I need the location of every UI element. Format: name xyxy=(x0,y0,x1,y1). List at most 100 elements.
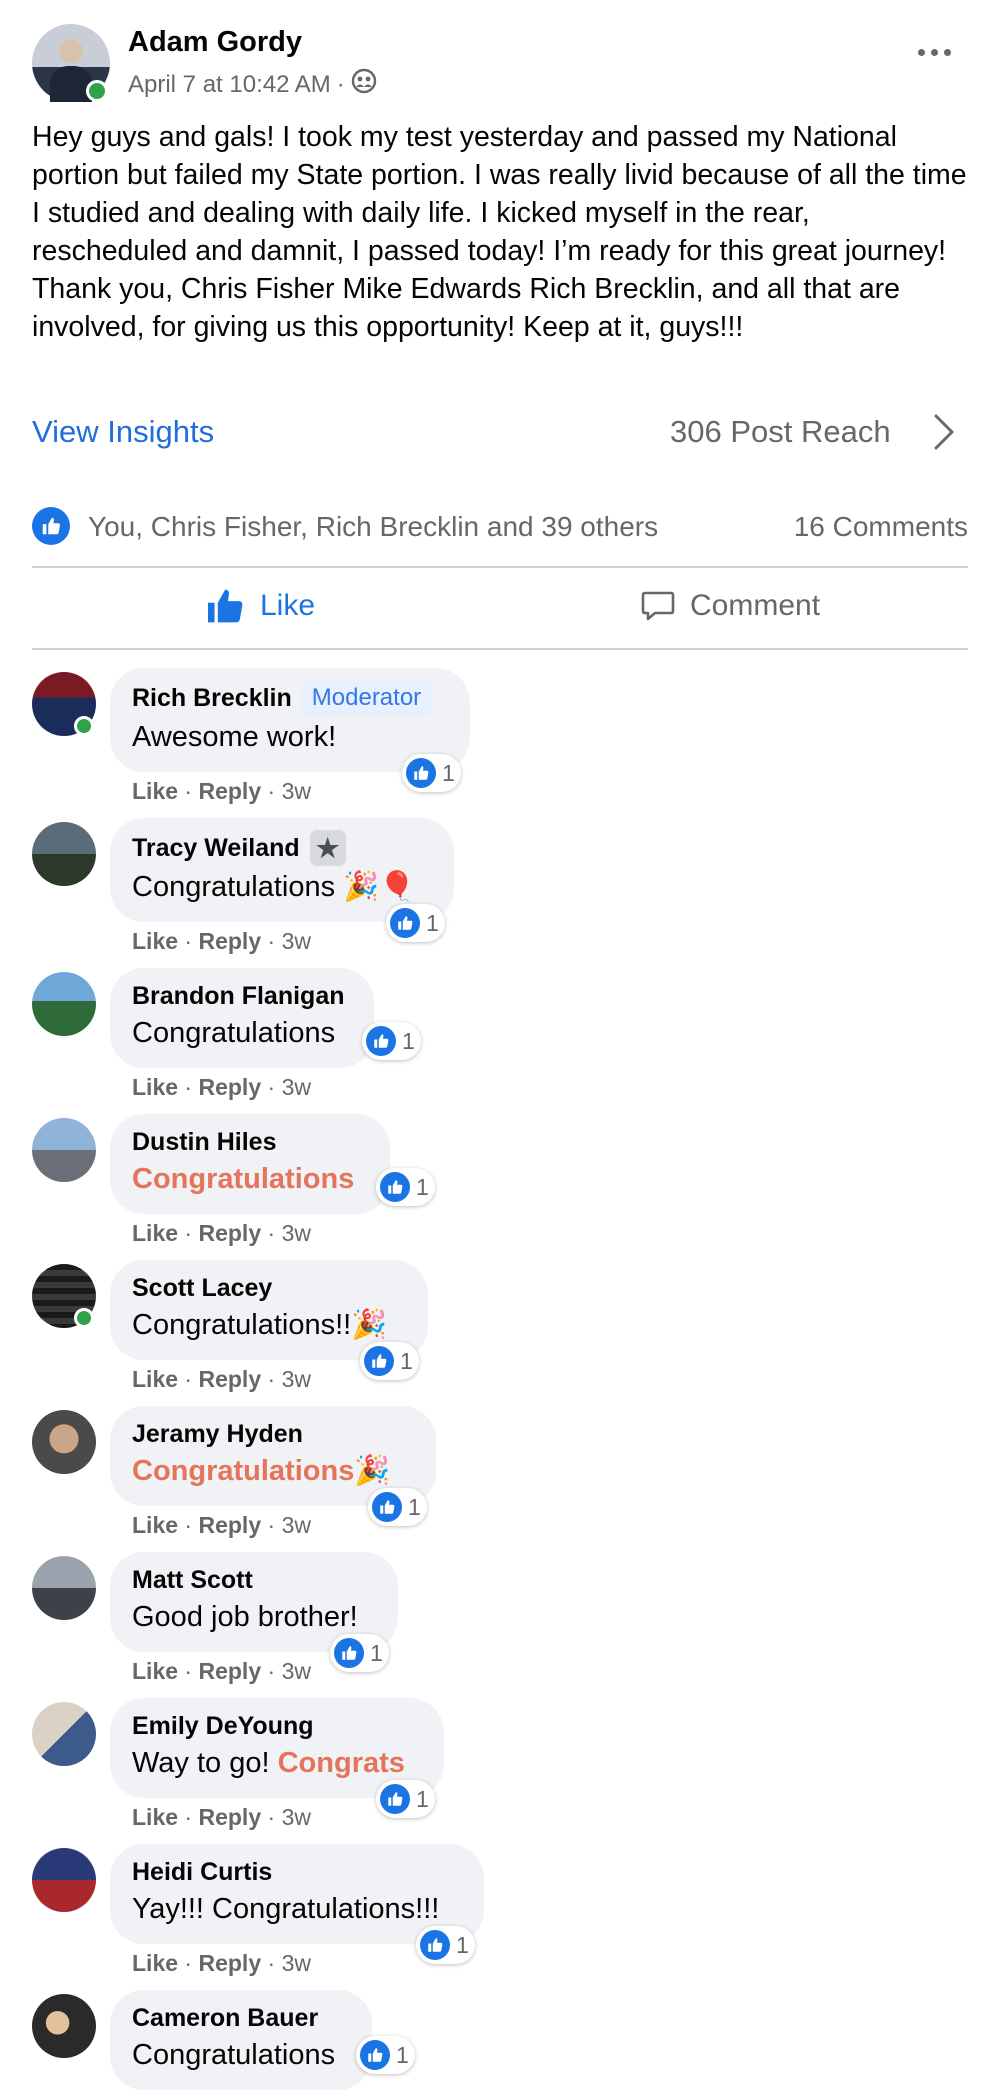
online-indicator xyxy=(86,80,108,102)
comment-time[interactable]: 3w xyxy=(282,1220,311,1246)
like-label: Like xyxy=(260,589,316,622)
comment-reactions[interactable]: 1 xyxy=(360,1342,419,1380)
commenter-name[interactable]: Brandon Flanigan xyxy=(132,980,345,1012)
like-reaction-icon xyxy=(32,507,70,545)
like-reaction-icon xyxy=(364,1346,394,1376)
comment-actions: Like · Reply · 3w xyxy=(132,1512,311,1539)
comment-like-button[interactable]: Like xyxy=(132,1220,178,1246)
comment-time[interactable]: 3w xyxy=(282,928,311,954)
comment-like-button[interactable]: Like xyxy=(132,1074,178,1100)
post-timestamp[interactable]: April 7 at 10:42 AM xyxy=(128,71,331,99)
commenter-avatar[interactable] xyxy=(32,972,96,1036)
commenter-name[interactable]: Matt Scott xyxy=(132,1564,253,1596)
view-insights-link[interactable]: View Insights xyxy=(32,414,214,450)
commenter-name-row: Brandon Flanigan xyxy=(132,980,352,1012)
comment-like-button[interactable]: Like xyxy=(132,1658,178,1684)
commenter-name[interactable]: Heidi Curtis xyxy=(132,1856,272,1888)
comment-reply-button[interactable]: Reply xyxy=(198,1220,261,1246)
comment-reply-button[interactable]: Reply xyxy=(198,1512,261,1538)
comment-reactions[interactable]: 1 xyxy=(368,1488,427,1526)
separator: · xyxy=(267,1950,276,1976)
like-button[interactable]: Like xyxy=(206,588,315,624)
separator: · xyxy=(267,1804,276,1830)
more-options-button[interactable] xyxy=(912,42,956,62)
comment-time[interactable]: 3w xyxy=(282,1804,311,1830)
comment-like-button[interactable]: Like xyxy=(132,778,178,804)
comment-time[interactable]: 3w xyxy=(282,1366,311,1392)
commenter-avatar[interactable] xyxy=(32,1556,96,1620)
comment-reactions[interactable]: 1 xyxy=(376,1168,435,1206)
commenter-avatar[interactable] xyxy=(32,1994,96,2058)
comment-actions: Like · Reply · 3w xyxy=(132,1950,311,1977)
comment-text: Congratulations!!🎉 xyxy=(132,1306,406,1344)
comment-like-button[interactable]: Like xyxy=(132,928,178,954)
comment-like-button[interactable]: Like xyxy=(132,1950,178,1976)
commenter-name[interactable]: Cameron Bauer xyxy=(132,2002,318,2034)
comment-time[interactable]: 3w xyxy=(282,1658,311,1684)
reaction-count: 1 xyxy=(400,1347,413,1374)
separator: · xyxy=(267,928,276,954)
comment-reactions[interactable]: 1 xyxy=(402,754,461,792)
reactions-names[interactable]: You, Chris Fisher, Rich Brecklin and 39 … xyxy=(88,511,658,543)
reactions-summary[interactable]: You, Chris Fisher, Rich Brecklin and 39 … xyxy=(32,503,968,549)
comment-bubble[interactable]: Brandon Flanigan Congratulations xyxy=(110,968,374,1068)
comment-time[interactable]: 3w xyxy=(282,778,311,804)
author-avatar[interactable] xyxy=(32,24,110,102)
reaction-count: 1 xyxy=(370,1639,383,1666)
comment-time[interactable]: 3w xyxy=(282,1074,311,1100)
comment-reactions[interactable]: 1 xyxy=(416,1926,475,1964)
separator: · xyxy=(184,1950,193,1976)
comment-like-button[interactable]: Like xyxy=(132,1512,178,1538)
commenter-avatar[interactable] xyxy=(32,1848,96,1912)
comment-reply-button[interactable]: Reply xyxy=(198,778,261,804)
comment-time[interactable]: 3w xyxy=(282,1512,311,1538)
like-reaction-icon xyxy=(360,2040,390,2070)
commenter-name[interactable]: Scott Lacey xyxy=(132,1272,272,1304)
commenter-name[interactable]: Jeramy Hyden xyxy=(132,1418,303,1450)
reaction-count: 1 xyxy=(396,2041,409,2068)
like-reaction-icon xyxy=(420,1930,450,1960)
comment-reactions[interactable]: 1 xyxy=(356,2036,415,2074)
comment-actions: Like · Reply · 3w xyxy=(132,1658,311,1685)
comment-like-button[interactable]: Like xyxy=(132,1366,178,1392)
comment-reply-button[interactable]: Reply xyxy=(198,1366,261,1392)
comment-like-button[interactable]: Like xyxy=(132,1804,178,1830)
commenter-name[interactable]: Dustin Hiles xyxy=(132,1126,276,1158)
commenter-name[interactable]: Tracy Weiland xyxy=(132,832,300,864)
comment-reactions[interactable]: 1 xyxy=(362,1022,421,1060)
comment-bubble[interactable]: Cameron Bauer Congratulations xyxy=(110,1990,372,2090)
comment-reply-button[interactable]: Reply xyxy=(198,928,261,954)
comment-reply-button[interactable]: Reply xyxy=(198,1950,261,1976)
chevron-right-icon[interactable] xyxy=(930,410,958,454)
comment-reply-button[interactable]: Reply xyxy=(198,1074,261,1100)
commenter-avatar[interactable] xyxy=(32,1702,96,1766)
post-reach[interactable]: 306 Post Reach xyxy=(670,414,891,450)
comment-text: Awesome work! xyxy=(132,718,448,756)
separator: · xyxy=(184,778,193,804)
author-name[interactable]: Adam Gordy xyxy=(128,26,302,59)
commenter-name-row: Dustin Hiles xyxy=(132,1126,368,1158)
comment-text-plain: Congratulations xyxy=(132,2039,336,2071)
commenter-avatar[interactable] xyxy=(32,1410,96,1474)
comment-reactions[interactable]: 1 xyxy=(386,904,445,942)
comment-reply-button[interactable]: Reply xyxy=(198,1804,261,1830)
comment-bubble[interactable]: Dustin Hiles Congratulations xyxy=(110,1114,390,1214)
commenter-name[interactable]: Emily DeYoung xyxy=(132,1710,314,1742)
commenter-name-row: Tracy Weiland ★ xyxy=(132,830,432,866)
commenter-avatar[interactable] xyxy=(32,822,96,886)
comment-text-plain: Good job brother! xyxy=(132,1601,358,1633)
comments-count[interactable]: 16 Comments xyxy=(794,511,968,543)
separator: · xyxy=(267,1658,276,1684)
comment-reactions[interactable]: 1 xyxy=(330,1634,389,1672)
comment-reply-button[interactable]: Reply xyxy=(198,1658,261,1684)
like-reaction-icon xyxy=(390,908,420,938)
comment-reactions[interactable]: 1 xyxy=(376,1780,435,1818)
star-icon: ★ xyxy=(309,830,346,866)
commenter-avatar[interactable] xyxy=(32,1118,96,1182)
reaction-count: 1 xyxy=(402,1027,415,1054)
comment-text-plain: Yay!!! Congratulations!!! xyxy=(132,1893,440,1925)
comment-time[interactable]: 3w xyxy=(282,1950,311,1976)
post-meta: April 7 at 10:42 AM · xyxy=(128,68,377,101)
comment-button[interactable]: Comment xyxy=(640,588,820,624)
commenter-name[interactable]: Rich Brecklin xyxy=(132,682,292,714)
